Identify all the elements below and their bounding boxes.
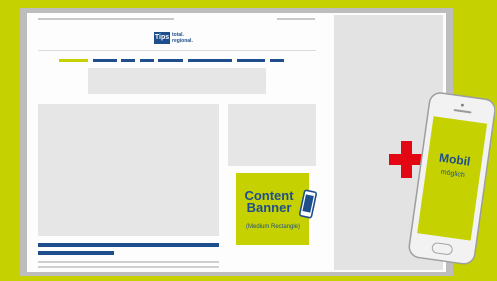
banner-subtitle: (Medium Rectangle)	[245, 224, 301, 230]
nav-item[interactable]	[140, 59, 154, 62]
logo-mark: Tips	[154, 32, 170, 44]
header-line-left	[38, 18, 174, 20]
header-line-right	[277, 18, 315, 20]
sidebar-placeholder	[228, 104, 316, 166]
site-logo[interactable]: Tips total. regional.	[154, 32, 201, 44]
nav-item-active[interactable]	[59, 59, 88, 62]
smartphone-icon	[299, 189, 317, 219]
leaderboard-ad-placeholder	[88, 68, 266, 94]
nav-item[interactable]	[188, 59, 232, 62]
nav-item[interactable]	[121, 59, 135, 62]
banner-title: Content Banner	[238, 189, 300, 215]
smartphone-mockup: Mobil möglich	[408, 92, 495, 265]
article-headline-bar	[38, 243, 219, 247]
nav-item[interactable]	[93, 59, 117, 62]
nav-item[interactable]	[237, 59, 265, 62]
nav-item[interactable]	[270, 59, 284, 62]
article-image-placeholder	[38, 104, 219, 236]
logo-tagline-line2: regional.	[172, 38, 193, 44]
article-subheadline-bar	[38, 251, 114, 255]
nav-item[interactable]	[158, 59, 183, 62]
logo-tagline: total. regional.	[172, 32, 202, 44]
content-banner[interactable]: Content Banner (Medium Rectangle)	[236, 173, 317, 245]
header-divider	[38, 50, 316, 51]
banner-title-line2: Banner	[246, 200, 292, 215]
article-text-line	[38, 261, 219, 263]
article-text-line	[38, 266, 219, 268]
